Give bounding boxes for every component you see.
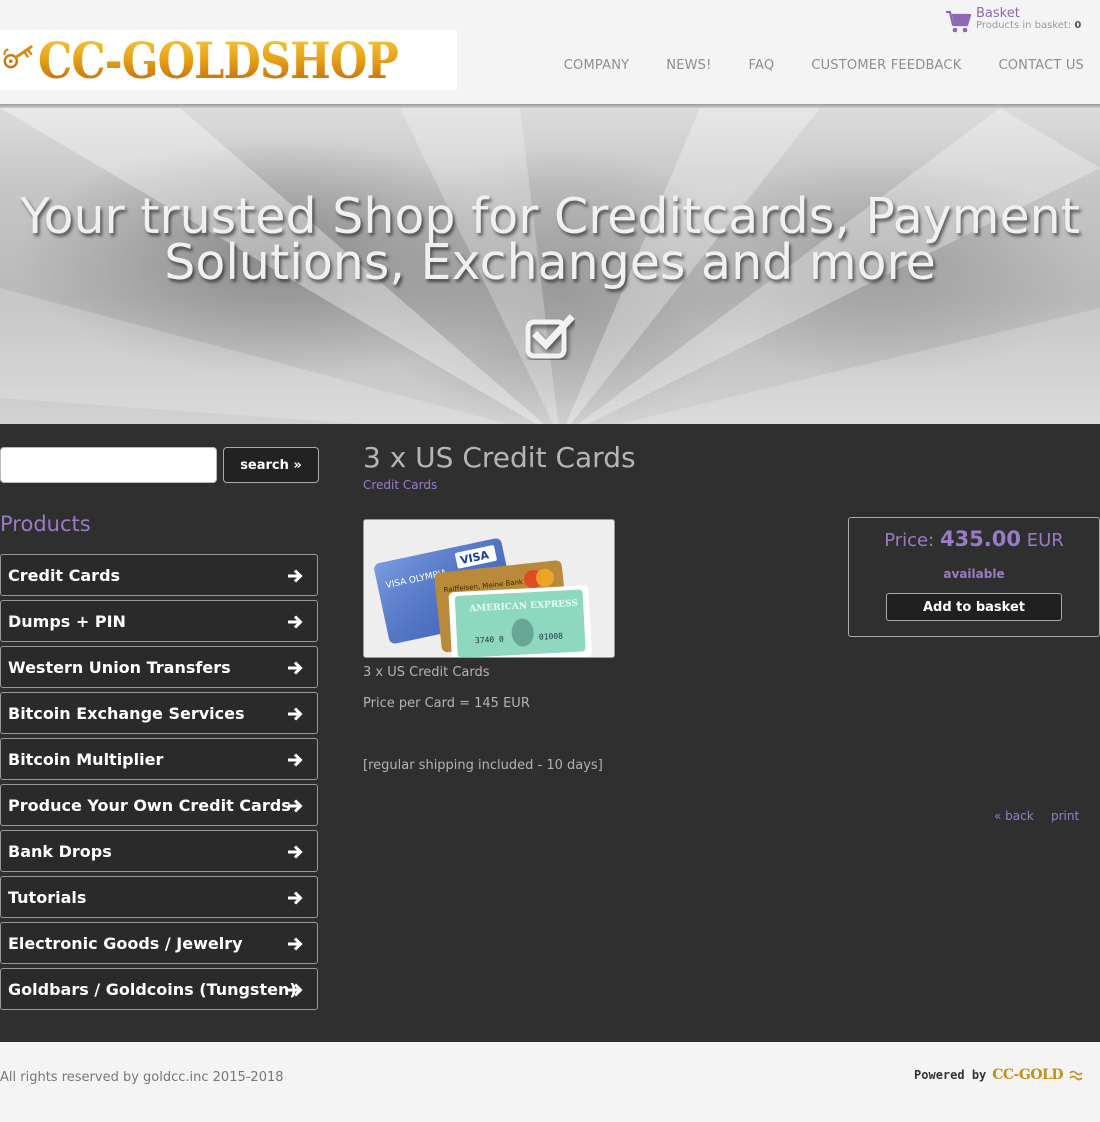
- products-heading: Products: [0, 512, 91, 536]
- main-nav: COMPANY NEWS! FAQ CUSTOMER FEEDBACK CONT…: [564, 58, 1084, 73]
- nav-contact-us[interactable]: CONTACT US: [998, 58, 1084, 73]
- copyright-text: All rights reserved by goldcc.inc 2015-2…: [0, 1070, 284, 1085]
- arrow-right-icon: [288, 983, 303, 997]
- hero-banner: Your trusted Shop for Creditcards, Payme…: [0, 108, 1100, 424]
- arrow-right-icon: [288, 937, 303, 951]
- add-to-basket-button[interactable]: Add to basket: [886, 593, 1062, 621]
- arrow-right-icon: [288, 661, 303, 675]
- arrow-right-icon: [288, 753, 303, 767]
- category-label: Bank Drops: [8, 841, 112, 861]
- category-label: Bitcoin Multiplier: [8, 749, 164, 769]
- site-header: CC-GOLDSHOP Basket Products in basket: 0…: [0, 0, 1100, 105]
- logo-text: CC-GOLDSHOP: [38, 30, 399, 90]
- product-description-line: 3 x US Credit Cards: [363, 665, 490, 680]
- category-dumps-pin[interactable]: Dumps + PIN: [0, 600, 318, 642]
- wave-icon: [1069, 1070, 1083, 1081]
- arrow-right-icon: [288, 569, 303, 583]
- nav-customer-feedback[interactable]: CUSTOMER FEEDBACK: [811, 58, 961, 73]
- category-bitcoin-exchange-services[interactable]: Bitcoin Exchange Services: [0, 692, 318, 734]
- powered-by-label: Powered by: [914, 1068, 987, 1082]
- basket-count-label: Products in basket:: [976, 20, 1072, 31]
- back-link[interactable]: « back: [994, 809, 1034, 823]
- category-electronic-goods-jewelry[interactable]: Electronic Goods / Jewelry: [0, 922, 318, 964]
- svg-text:3740 0: 3740 0: [475, 635, 505, 646]
- search-input[interactable]: [0, 447, 217, 483]
- product-category-link[interactable]: Credit Cards: [363, 478, 437, 492]
- availability-status: available: [943, 567, 1005, 581]
- check-square-icon: [525, 314, 575, 359]
- category-label: Dumps + PIN: [8, 611, 126, 631]
- print-link[interactable]: print: [1051, 809, 1079, 823]
- price-box: Price: 435.00 EUR available Add to baske…: [848, 517, 1100, 637]
- site-logo[interactable]: CC-GOLDSHOP: [0, 30, 457, 90]
- category-label: Credit Cards: [8, 565, 121, 585]
- category-label: Goldbars / Goldcoins (Tungsten): [8, 979, 297, 999]
- product-title: 3 x US Credit Cards: [363, 441, 636, 474]
- category-label: Bitcoin Exchange Services: [8, 703, 245, 723]
- arrow-right-icon: [288, 615, 303, 629]
- arrow-right-icon: [288, 707, 303, 721]
- category-label: Tutorials: [8, 887, 87, 907]
- category-credit-cards[interactable]: Credit Cards: [0, 554, 318, 596]
- hero-title: Your trusted Shop for Creditcards, Payme…: [0, 192, 1100, 287]
- category-label: Electronic Goods / Jewelry: [8, 933, 243, 953]
- category-bank-drops[interactable]: Bank Drops: [0, 830, 318, 872]
- category-tutorials[interactable]: Tutorials: [0, 876, 318, 918]
- nav-company[interactable]: COMPANY: [564, 58, 630, 73]
- arrow-right-icon: [288, 799, 303, 813]
- category-label: Produce Your Own Credit Cards: [8, 795, 291, 815]
- product-image[interactable]: VISA VISA OLYMPIA Raiffeisen, Meine Bank…: [363, 519, 615, 658]
- basket-count-text: Products in basket: 0: [976, 20, 1081, 31]
- svg-text:01008: 01008: [539, 632, 564, 642]
- price-label: Price:: [884, 530, 935, 551]
- price-line: Price: 435.00 EUR: [849, 527, 1099, 551]
- key-icon: [3, 45, 33, 69]
- category-list: Credit Cards Dumps + PIN Western Union T…: [0, 554, 318, 1014]
- product-description-line: [regular shipping included - 10 days]: [363, 758, 603, 773]
- category-label: Western Union Transfers: [8, 657, 231, 677]
- powered-by-brand: CC-GOLD: [992, 1067, 1063, 1083]
- category-produce-credit-cards[interactable]: Produce Your Own Credit Cards: [0, 784, 318, 826]
- basket-count: 0: [1074, 20, 1082, 31]
- powered-by-badge[interactable]: Powered by CC-GOLD: [914, 1067, 1085, 1083]
- basket-widget[interactable]: Basket Products in basket: 0: [945, 6, 1095, 36]
- hero-title-line2: Solutions, Exchanges and more: [164, 234, 936, 291]
- site-footer: All rights reserved by goldcc.inc 2015-2…: [0, 1042, 1100, 1122]
- nav-faq[interactable]: FAQ: [749, 58, 775, 73]
- credit-cards-illustration: VISA VISA OLYMPIA Raiffeisen, Meine Bank…: [364, 520, 614, 657]
- price-value: 435.00: [939, 527, 1021, 551]
- price-currency: EUR: [1026, 530, 1064, 551]
- shopping-cart-icon: [946, 10, 971, 33]
- category-bitcoin-multiplier[interactable]: Bitcoin Multiplier: [0, 738, 318, 780]
- nav-news[interactable]: NEWS!: [666, 58, 711, 73]
- arrow-right-icon: [288, 891, 303, 905]
- search-button[interactable]: search »: [223, 447, 319, 483]
- category-western-union-transfers[interactable]: Western Union Transfers: [0, 646, 318, 688]
- arrow-right-icon: [288, 845, 303, 859]
- basket-link[interactable]: Basket: [976, 6, 1020, 21]
- category-goldbars-goldcoins[interactable]: Goldbars / Goldcoins (Tungsten): [0, 968, 318, 1010]
- product-description-line: Price per Card = 145 EUR: [363, 696, 530, 711]
